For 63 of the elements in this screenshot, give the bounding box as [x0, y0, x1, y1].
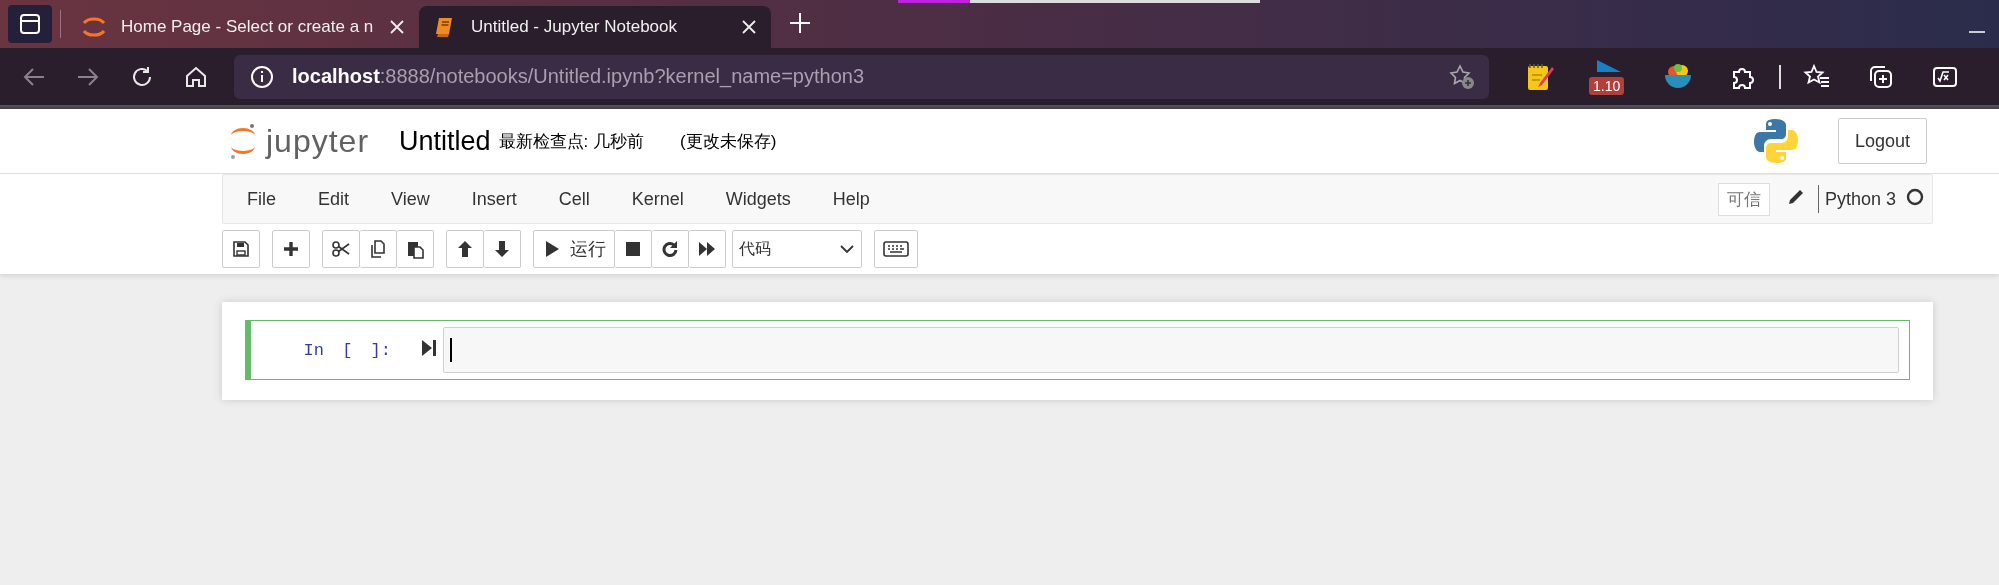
restart-icon	[660, 239, 680, 259]
address-bar[interactable]: localhost:8888/notebooks/Untitled.ipynb?kernel_name=python3	[234, 54, 1489, 99]
trusted-indicator[interactable]: 可信	[1717, 182, 1770, 216]
run-cell-icon[interactable]	[421, 338, 437, 358]
chevron-down-icon	[839, 244, 855, 254]
sidebar-toggle-button[interactable]	[8, 5, 52, 43]
input-prompt: In [ ]:	[302, 340, 391, 360]
menu-item[interactable]: View	[370, 188, 451, 210]
home-icon[interactable]	[184, 64, 208, 89]
minimize-icon[interactable]	[1969, 30, 1985, 34]
move-down-button[interactable]	[484, 230, 521, 268]
logo-text: jupyter	[266, 122, 370, 160]
stop-icon	[623, 239, 643, 259]
browser-tab[interactable]: Untitled - Jupyter Notebook	[419, 6, 771, 48]
menu-item[interactable]: Insert	[450, 188, 538, 210]
add-cell-button[interactable]	[272, 230, 310, 268]
tab-title: Untitled - Jupyter Notebook	[471, 17, 678, 37]
restart-button[interactable]	[652, 230, 689, 268]
notebook-name[interactable]: Untitled	[399, 125, 491, 157]
new-tab-icon[interactable]	[789, 12, 811, 34]
url-text: localhost:8888/notebooks/Untitled.ipynb?kernel_name=python3	[292, 65, 866, 88]
extension-badge: 1.10	[1589, 76, 1625, 95]
panel-icon	[18, 12, 42, 36]
code-input[interactable]	[443, 327, 1899, 373]
cell-type-select[interactable]: 代码	[732, 230, 862, 268]
close-icon[interactable]	[741, 19, 757, 35]
menu-item[interactable]: Kernel	[610, 188, 705, 210]
menu-item[interactable]: Widgets	[704, 188, 812, 210]
run-button[interactable]: 运行	[533, 230, 615, 268]
code-cell[interactable]: In [ ]:	[245, 320, 1910, 380]
favorite-add-icon[interactable]	[1449, 63, 1475, 90]
kernel-name: Python 3	[1824, 188, 1896, 210]
close-icon[interactable]	[389, 19, 405, 35]
keyboard-button[interactable]	[874, 230, 918, 268]
browser-tab[interactable]: Home Page - Select or create a n	[67, 6, 419, 48]
info-icon[interactable]	[250, 64, 274, 89]
save-button[interactable]	[222, 230, 260, 268]
jupyter-logo-icon	[228, 121, 258, 161]
save-icon	[231, 239, 251, 259]
menu-item[interactable]: Help	[811, 188, 891, 210]
move-up-button[interactable]	[446, 230, 484, 268]
logout-button[interactable]: Logout	[1837, 118, 1927, 164]
cut-button[interactable]	[322, 230, 360, 268]
paste-icon	[405, 239, 425, 259]
run-all-button[interactable]	[689, 230, 726, 268]
copy-icon	[368, 239, 388, 259]
fast-forward-icon	[697, 239, 717, 259]
tab-title: Home Page - Select or create a n	[121, 17, 375, 37]
refresh-icon[interactable]	[130, 64, 154, 89]
paste-button[interactable]	[397, 230, 434, 268]
ring-logo-icon	[81, 14, 107, 40]
keyboard-icon	[883, 240, 909, 258]
menu-item[interactable]: Edit	[297, 188, 371, 210]
menu-item[interactable]: Cell	[537, 188, 611, 210]
menu-item[interactable]: File	[226, 188, 297, 210]
plus-icon	[281, 239, 301, 259]
scissors-icon	[331, 239, 351, 259]
copy-button[interactable]	[360, 230, 397, 268]
checkpoint-status: 最新检查点: 几秒前	[498, 130, 645, 153]
save-status: (更改未保存)	[680, 130, 777, 153]
stop-button[interactable]	[615, 230, 652, 268]
extension-button[interactable]: 1.10	[1591, 58, 1627, 95]
python-logo-icon	[1753, 118, 1798, 164]
